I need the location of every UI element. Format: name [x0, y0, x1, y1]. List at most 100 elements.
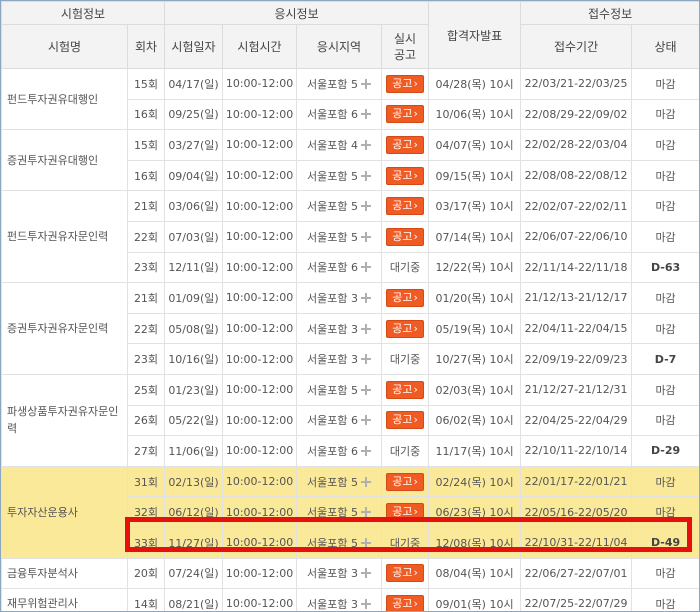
notice-button[interactable]: 공고›: [386, 166, 424, 185]
chevron-right-icon: ›: [413, 596, 418, 610]
exam-time-cell: 10:00-12:00: [222, 588, 298, 611]
plus-icon[interactable]: [361, 109, 371, 120]
exam-time-cell: 10:00-12:00: [222, 465, 298, 498]
plus-icon[interactable]: [361, 568, 371, 579]
plus-icon[interactable]: [361, 415, 371, 426]
notice-button[interactable]: 공고›: [386, 411, 424, 430]
table-row: 펀드투자권유자문인력 21회 03/06(일) 10:00-12:00 서울포함 5 공고…: [1, 190, 699, 284]
plus-icon[interactable]: [361, 292, 371, 303]
round-cell: 27회: [126, 435, 166, 467]
region-label: 서울포함 5: [307, 230, 358, 244]
period-cell: 22/08/29-22/09/02: [520, 98, 633, 131]
region-cell: 서울포함 6: [296, 98, 383, 131]
region-label: 서울포함 4: [307, 138, 358, 152]
notice-button[interactable]: 공고›: [386, 74, 424, 93]
group-header-exam-info: 시험정보: [1, 1, 166, 25]
region-cell: 서울포함 5: [296, 159, 383, 192]
result-cell: 04/28(목) 10시: [428, 68, 522, 100]
notice-waiting: 대기중: [389, 353, 421, 367]
notice-button[interactable]: 공고›: [386, 319, 424, 338]
notice-button[interactable]: 공고›: [386, 105, 424, 124]
header-region: 응시지역: [296, 24, 383, 69]
result-cell: 10/27(목) 10시: [428, 343, 522, 375]
status-badge: 마감: [631, 496, 699, 528]
period-cell: 22/09/19-22/09/23: [520, 343, 633, 375]
notice-cell: 공고›: [381, 557, 430, 590]
round-cell: 16회: [126, 159, 166, 192]
exam-name: 펀드투자권유대행인: [1, 67, 128, 131]
notice-label: 공고: [392, 168, 413, 182]
period-cell: 22/07/25-22/07/29: [520, 588, 633, 611]
plus-icon[interactable]: [361, 323, 371, 334]
period-cell: 22/10/31-22/11/04: [520, 526, 633, 559]
notice-button[interactable]: 공고›: [386, 472, 424, 491]
region-cell: 서울포함 6: [296, 404, 383, 437]
region-cell: 서울포함 6: [296, 435, 383, 467]
plus-icon[interactable]: [361, 139, 371, 150]
period-cell: 22/04/25-22/04/29: [520, 404, 633, 437]
plus-icon[interactable]: [361, 262, 371, 273]
period-cell: 22/08/08-22/08/12: [520, 159, 633, 192]
chevron-right-icon: ›: [413, 137, 418, 151]
plus-icon[interactable]: [361, 537, 371, 548]
notice-cell: 공고›: [381, 159, 430, 192]
exam-time-cell: 10:00-12:00: [222, 435, 298, 467]
plus-icon[interactable]: [361, 445, 371, 456]
notice-cell: 공고›: [381, 98, 430, 131]
exam-time-cell: 10:00-12:00: [222, 526, 298, 559]
plus-icon[interactable]: [361, 170, 371, 181]
region-label: 서울포함 6: [307, 414, 358, 428]
plus-icon[interactable]: [361, 384, 371, 395]
header-status: 상태: [631, 24, 699, 69]
exam-name: 금융투자분석사: [1, 557, 128, 590]
notice-cell: 공고›: [381, 588, 430, 611]
exam-time-cell: 10:00-12:00: [222, 404, 298, 437]
status-badge: 마감: [631, 159, 699, 192]
notice-button[interactable]: 공고›: [386, 503, 424, 522]
region-label: 서울포함 5: [307, 169, 358, 183]
notice-cell: 공고›: [381, 190, 430, 222]
region-cell: 서울포함 3: [296, 343, 383, 375]
plus-icon[interactable]: [361, 598, 371, 609]
status-badge: D-49: [631, 526, 699, 559]
result-cell: 12/08(목) 10시: [428, 526, 522, 559]
notice-button[interactable]: 공고›: [386, 197, 424, 216]
plus-icon[interactable]: [361, 476, 371, 487]
region-cell: 서울포함 5: [296, 190, 383, 222]
result-cell: 02/24(목) 10시: [428, 465, 522, 498]
notice-button[interactable]: 공고›: [386, 135, 424, 154]
status-badge: D-63: [631, 251, 699, 284]
exam-date-cell: 01/23(일): [164, 373, 224, 406]
status-badge: 마감: [631, 557, 699, 590]
exam-name: 증권투자권유자문인력: [1, 282, 128, 375]
period-cell: 21/12/13-21/12/17: [520, 282, 633, 314]
exam-time-cell: 10:00-12:00: [222, 496, 298, 528]
result-cell: 05/19(목) 10시: [428, 312, 522, 345]
notice-button[interactable]: 공고›: [386, 594, 424, 611]
notice-button[interactable]: 공고›: [386, 288, 424, 307]
exam-date-cell: 05/08(일): [164, 312, 224, 345]
notice-button[interactable]: 공고›: [386, 227, 424, 246]
exam-date-cell: 09/25(일): [164, 98, 224, 131]
region-label: 서울포함 3: [307, 567, 358, 581]
notice-label: 공고: [392, 229, 413, 243]
round-cell: 21회: [126, 282, 166, 314]
exam-date-cell: 12/11(일): [164, 251, 224, 284]
notice-label: 공고: [392, 321, 413, 335]
notice-label: 공고: [392, 566, 413, 580]
notice-button[interactable]: 공고›: [386, 380, 424, 399]
exam-schedule-panel: 시험정보 응시정보 합격자발표 접수정보 시험명 회차 시험일자 시험시간 응시…: [0, 0, 700, 612]
plus-icon[interactable]: [361, 78, 371, 89]
plus-icon[interactable]: [361, 231, 371, 242]
result-cell: 01/20(목) 10시: [428, 282, 522, 314]
region-cell: 서울포함 3: [296, 557, 383, 590]
notice-button[interactable]: 공고›: [386, 564, 424, 583]
round-cell: 15회: [126, 129, 166, 161]
period-cell: 22/02/28-22/03/04: [520, 129, 633, 161]
plus-icon[interactable]: [361, 201, 371, 212]
region-cell: 서울포함 5: [296, 465, 383, 498]
plus-icon[interactable]: [361, 354, 371, 365]
region-cell: 서울포함 6: [296, 251, 383, 284]
plus-icon[interactable]: [361, 507, 371, 518]
header-period: 접수기간: [520, 24, 633, 69]
